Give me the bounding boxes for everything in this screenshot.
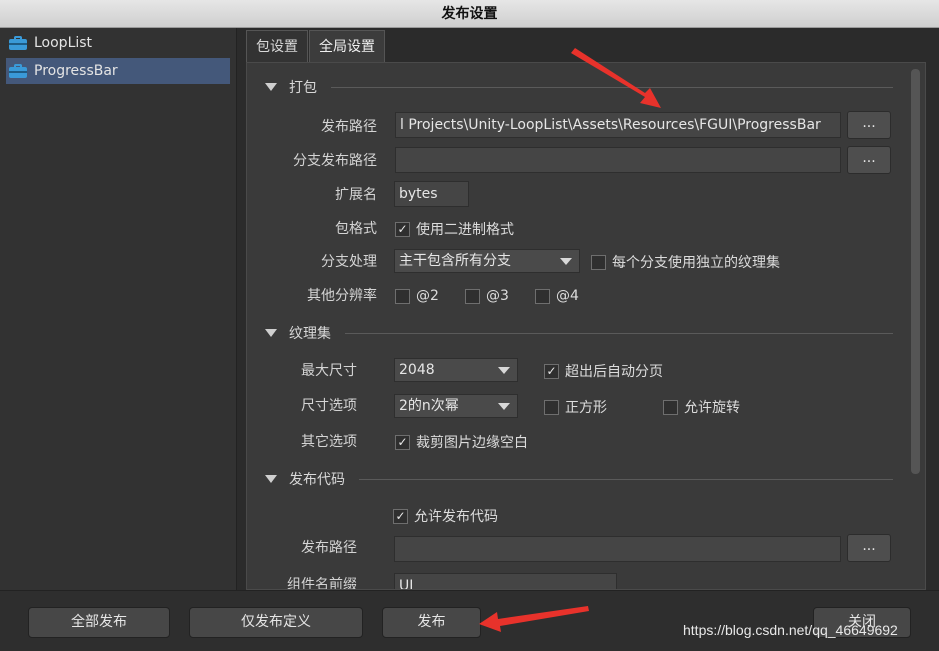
- chevron-down-icon: [560, 258, 572, 265]
- publish-path-browse-button[interactable]: ...: [847, 111, 891, 139]
- checkmark-icon: ✓: [393, 508, 408, 524]
- checkmark-icon: ✓: [544, 363, 559, 379]
- checkbox-label: 正方形: [565, 400, 607, 416]
- dropdown-value: 2的n次幂: [399, 398, 459, 414]
- publish-definitions-button[interactable]: 仅发布定义: [189, 607, 363, 638]
- publish-all-button[interactable]: 全部发布: [28, 607, 170, 638]
- checkbox-box: [535, 288, 550, 304]
- vertical-scrollbar[interactable]: [911, 69, 920, 474]
- section-title: 发布代码: [289, 472, 345, 488]
- settings-tabs: 包设置 全局设置: [246, 30, 386, 62]
- checkbox-label: 允许旋转: [684, 400, 740, 416]
- branch-path-browse-button[interactable]: ...: [847, 146, 891, 174]
- branch-handling-dropdown[interactable]: 主干包含所有分支: [394, 249, 580, 273]
- size-option-label: 尺寸选项: [301, 398, 357, 414]
- checkbox-label: 裁剪图片边缘空白: [416, 435, 528, 451]
- checkbox-label: @2: [416, 288, 439, 304]
- package-label: LoopList: [34, 35, 93, 51]
- package-list: LoopList ProgressBar: [0, 28, 237, 590]
- checkbox-box: [544, 399, 559, 415]
- component-prefix-input[interactable]: UI: [394, 573, 617, 589]
- checkbox-label: @3: [486, 288, 509, 304]
- section-code[interactable]: 发布代码: [265, 469, 893, 489]
- checkbox-label: 使用二进制格式: [416, 222, 514, 238]
- publish-path-label: 发布路径: [321, 119, 377, 135]
- max-size-label: 最大尺寸: [301, 363, 357, 379]
- watermark-text: https://blog.csdn.net/qq_46649692: [683, 622, 898, 638]
- res-2x-checkbox[interactable]: @2: [395, 286, 439, 306]
- checkbox-label: 每个分支使用独立的纹理集: [612, 255, 780, 271]
- component-prefix-label: 组件名前缀: [287, 577, 357, 590]
- package-icon: [9, 36, 27, 50]
- checkbox-label: @4: [556, 288, 579, 304]
- trim-image-checkbox[interactable]: ✓ 裁剪图片边缘空白: [395, 432, 528, 452]
- allow-rotate-checkbox[interactable]: 允许旋转: [663, 397, 740, 417]
- divider: [359, 478, 893, 480]
- checkbox-label: 超出后自动分页: [565, 364, 663, 380]
- binary-format-checkbox[interactable]: ✓ 使用二进制格式: [395, 219, 514, 239]
- settings-panel: 打包 发布路径 l Projects\Unity-LoopList\Assets…: [246, 62, 926, 590]
- square-checkbox[interactable]: 正方形: [544, 397, 607, 417]
- branch-path-label: 分支发布路径: [293, 153, 377, 169]
- code-path-label: 发布路径: [301, 540, 357, 556]
- package-item-looplist[interactable]: LoopList: [6, 30, 230, 56]
- auto-paging-checkbox[interactable]: ✓ 超出后自动分页: [544, 361, 663, 381]
- res-3x-checkbox[interactable]: @3: [465, 286, 509, 306]
- section-pack[interactable]: 打包: [265, 77, 893, 97]
- chevron-down-icon: [498, 403, 510, 410]
- collapse-triangle-icon: [265, 83, 277, 91]
- tab-global-settings[interactable]: 全局设置: [309, 30, 385, 62]
- tab-package-settings[interactable]: 包设置: [246, 30, 308, 62]
- package-format-label: 包格式: [335, 221, 377, 237]
- checkbox-label: 允许发布代码: [414, 509, 498, 525]
- divider: [331, 86, 893, 88]
- package-icon: [9, 64, 27, 78]
- branch-atlas-checkbox[interactable]: 每个分支使用独立的纹理集: [591, 252, 780, 272]
- collapse-triangle-icon: [265, 329, 277, 337]
- dropdown-value: 主干包含所有分支: [399, 253, 511, 269]
- section-title: 纹理集: [289, 326, 331, 342]
- extension-label: 扩展名: [335, 187, 377, 203]
- other-resolution-label: 其他分辨率: [307, 288, 377, 304]
- checkbox-box: [395, 288, 410, 304]
- checkbox-box: [591, 254, 606, 270]
- code-path-browse-button[interactable]: ...: [847, 534, 891, 562]
- checkmark-icon: ✓: [395, 434, 410, 450]
- section-title: 打包: [289, 80, 317, 96]
- publish-path-input[interactable]: l Projects\Unity-LoopList\Assets\Resourc…: [395, 112, 841, 138]
- collapse-triangle-icon: [265, 475, 277, 483]
- checkbox-box: [663, 399, 678, 415]
- code-path-input[interactable]: [394, 536, 841, 562]
- size-option-dropdown[interactable]: 2的n次幂: [394, 394, 518, 418]
- branch-path-input[interactable]: [395, 147, 841, 173]
- max-size-dropdown[interactable]: 2048: [394, 358, 518, 382]
- checkbox-box: [465, 288, 480, 304]
- section-atlas[interactable]: 纹理集: [265, 323, 893, 343]
- package-label: ProgressBar: [34, 63, 118, 79]
- allow-publish-code-checkbox[interactable]: ✓ 允许发布代码: [393, 506, 498, 526]
- dropdown-value: 2048: [399, 362, 435, 378]
- package-item-progressbar[interactable]: ProgressBar: [6, 58, 230, 84]
- divider: [345, 332, 893, 334]
- window-title: 发布设置: [0, 0, 939, 28]
- publish-button[interactable]: 发布: [382, 607, 481, 638]
- branch-handling-label: 分支处理: [321, 254, 377, 270]
- other-options-label: 其它选项: [301, 434, 357, 450]
- res-4x-checkbox[interactable]: @4: [535, 286, 579, 306]
- chevron-down-icon: [498, 367, 510, 374]
- checkmark-icon: ✓: [395, 221, 410, 237]
- extension-input[interactable]: bytes: [394, 181, 469, 207]
- footer-bar: 全部发布 仅发布定义 发布 关闭: [0, 590, 939, 651]
